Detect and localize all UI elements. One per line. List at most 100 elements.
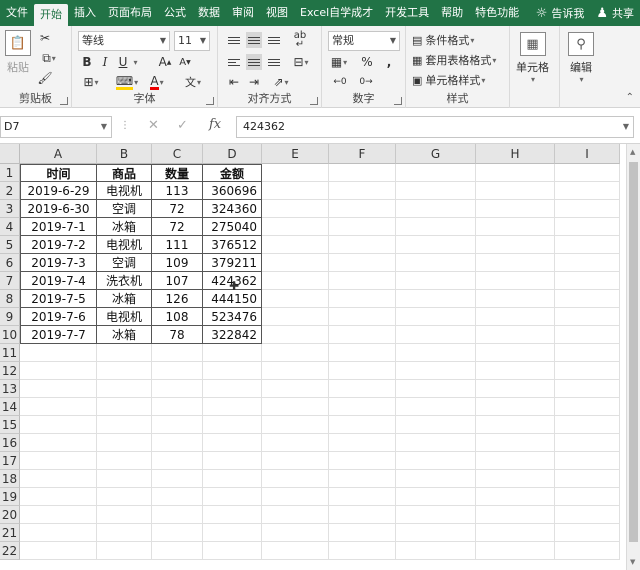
column-header[interactable]: G: [396, 144, 476, 164]
row-header[interactable]: 5: [0, 236, 20, 254]
row-header[interactable]: 7: [0, 272, 20, 290]
empty-cell[interactable]: [20, 362, 97, 380]
empty-cell[interactable]: [152, 380, 203, 398]
row-header[interactable]: 11: [0, 344, 20, 362]
empty-cell[interactable]: [555, 200, 620, 218]
table-cell[interactable]: 空调: [97, 200, 152, 218]
name-box[interactable]: D7 ▼: [0, 116, 112, 138]
empty-cell[interactable]: [152, 344, 203, 362]
table-header-cell[interactable]: 数量: [152, 164, 203, 182]
orientation-button[interactable]: ⇗ ▾: [268, 74, 294, 90]
empty-cell[interactable]: [396, 200, 476, 218]
empty-cell[interactable]: [262, 272, 329, 290]
empty-cell[interactable]: [329, 218, 396, 236]
empty-cell[interactable]: [97, 416, 152, 434]
align-center-icon[interactable]: [246, 54, 262, 70]
empty-cell[interactable]: [152, 470, 203, 488]
underline-button[interactable]: U: [116, 54, 130, 70]
row-header[interactable]: 4: [0, 218, 20, 236]
empty-cell[interactable]: [396, 398, 476, 416]
increase-decimal-icon[interactable]: ←0: [330, 74, 350, 90]
empty-cell[interactable]: [396, 290, 476, 308]
empty-cell[interactable]: [20, 434, 97, 452]
empty-cell[interactable]: [329, 182, 396, 200]
empty-cell[interactable]: [555, 416, 620, 434]
empty-cell[interactable]: [396, 308, 476, 326]
empty-cell[interactable]: [262, 524, 329, 542]
empty-cell[interactable]: [329, 164, 396, 182]
table-header-cell[interactable]: 时间: [20, 164, 97, 182]
font-size-select[interactable]: 11 ▼: [174, 31, 210, 51]
alignment-launcher-icon[interactable]: [310, 97, 318, 105]
format-as-table-button[interactable]: ▦ 套用表格格式 ▾: [412, 52, 496, 68]
empty-cell[interactable]: [329, 398, 396, 416]
accounting-format-button[interactable]: ▦ ▾: [328, 54, 350, 70]
confirm-icon[interactable]: ✓: [177, 118, 188, 133]
table-cell[interactable]: 2019-7-2: [20, 236, 97, 254]
empty-cell[interactable]: [555, 182, 620, 200]
empty-cell[interactable]: [329, 488, 396, 506]
empty-cell[interactable]: [476, 236, 555, 254]
empty-cell[interactable]: [20, 506, 97, 524]
table-cell[interactable]: 324360: [203, 200, 262, 218]
menu-tab[interactable]: 文件: [0, 0, 34, 26]
empty-cell[interactable]: [329, 308, 396, 326]
empty-cell[interactable]: [329, 380, 396, 398]
collapse-ribbon-icon[interactable]: ⌃: [626, 92, 634, 103]
paste-button[interactable]: 📋 粘贴: [5, 30, 31, 75]
font-name-select[interactable]: 等线 ▼: [78, 31, 170, 51]
row-header[interactable]: 18: [0, 470, 20, 488]
vertical-scrollbar[interactable]: ▲ ▼: [626, 144, 640, 570]
empty-cell[interactable]: [20, 416, 97, 434]
empty-cell[interactable]: [152, 452, 203, 470]
empty-cell[interactable]: [262, 200, 329, 218]
empty-cell[interactable]: [396, 164, 476, 182]
align-middle-icon[interactable]: [246, 32, 262, 48]
column-header[interactable]: C: [152, 144, 203, 164]
empty-cell[interactable]: [329, 416, 396, 434]
empty-cell[interactable]: [476, 218, 555, 236]
empty-cell[interactable]: [555, 362, 620, 380]
scroll-thumb[interactable]: [629, 162, 638, 542]
table-cell[interactable]: 2019-7-7: [20, 326, 97, 344]
empty-cell[interactable]: [329, 272, 396, 290]
table-cell[interactable]: 冰箱: [97, 218, 152, 236]
empty-cell[interactable]: [203, 524, 262, 542]
table-cell[interactable]: 376512: [203, 236, 262, 254]
empty-cell[interactable]: [262, 236, 329, 254]
empty-cell[interactable]: [396, 380, 476, 398]
row-header[interactable]: 3: [0, 200, 20, 218]
empty-cell[interactable]: [262, 344, 329, 362]
clipboard-launcher-icon[interactable]: [60, 97, 68, 105]
row-header[interactable]: 14: [0, 398, 20, 416]
empty-cell[interactable]: [152, 398, 203, 416]
empty-cell[interactable]: [20, 488, 97, 506]
menu-tab[interactable]: 特色功能: [469, 0, 525, 26]
empty-cell[interactable]: [555, 524, 620, 542]
empty-cell[interactable]: [476, 398, 555, 416]
empty-cell[interactable]: [476, 506, 555, 524]
empty-cell[interactable]: [396, 236, 476, 254]
table-cell[interactable]: 78: [152, 326, 203, 344]
column-header[interactable]: A: [20, 144, 97, 164]
drag-handle-icon[interactable]: ⋮: [120, 120, 130, 131]
empty-cell[interactable]: [152, 524, 203, 542]
table-header-cell[interactable]: 商品: [97, 164, 152, 182]
cancel-icon[interactable]: ✕: [148, 118, 159, 133]
empty-cell[interactable]: [396, 524, 476, 542]
empty-cell[interactable]: [203, 470, 262, 488]
align-bottom-icon[interactable]: [266, 32, 282, 48]
empty-cell[interactable]: [476, 308, 555, 326]
row-header[interactable]: 20: [0, 506, 20, 524]
row-header[interactable]: 1: [0, 164, 20, 182]
font-color-button[interactable]: A ▾: [144, 74, 170, 90]
conditional-format-button[interactable]: ▤ 条件格式 ▾: [412, 32, 474, 48]
empty-cell[interactable]: [396, 542, 476, 560]
table-cell[interactable]: 冰箱: [97, 326, 152, 344]
empty-cell[interactable]: [555, 380, 620, 398]
table-cell[interactable]: 322842: [203, 326, 262, 344]
font-grow-button[interactable]: A ▲: [158, 54, 172, 70]
empty-cell[interactable]: [262, 380, 329, 398]
fill-color-button[interactable]: ⌨ ▾: [114, 74, 140, 90]
empty-cell[interactable]: [476, 362, 555, 380]
